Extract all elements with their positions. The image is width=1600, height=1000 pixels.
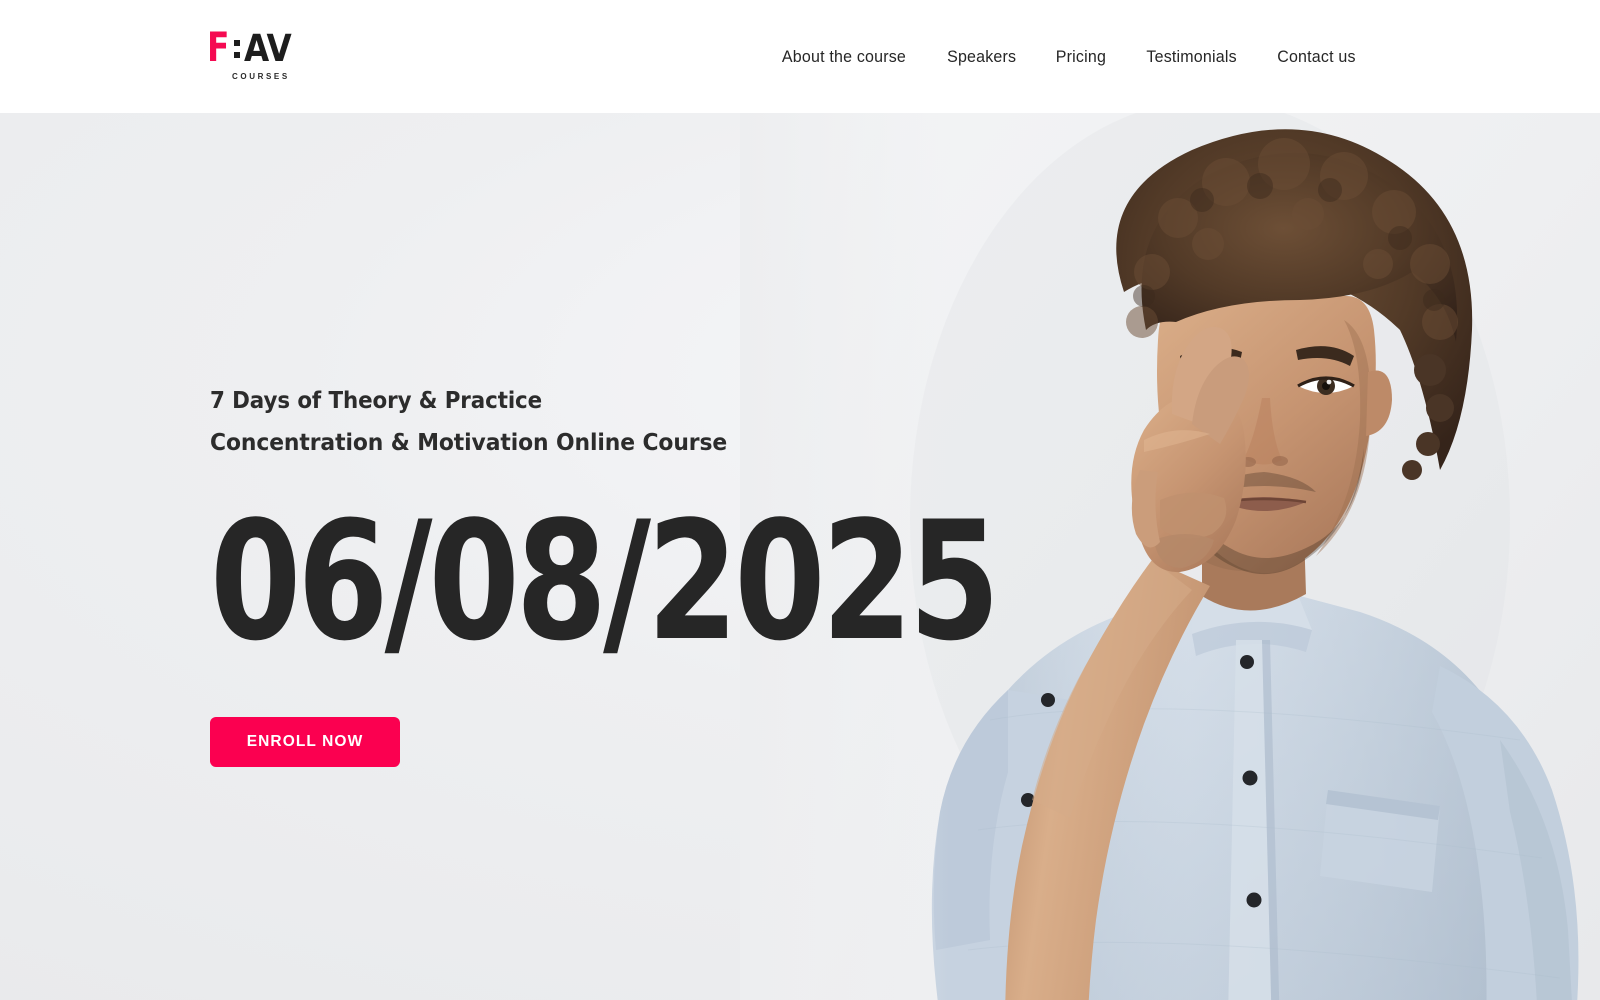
site-header: F AV COURSES About the course Speakers P…: [0, 0, 1600, 113]
hero-eyebrow-line-1: 7 Days of Theory & Practice: [210, 388, 543, 414]
landing-page: F AV COURSES About the course Speakers P…: [0, 0, 1600, 1000]
brand-letters-av: AV: [244, 27, 292, 70]
brand-wordmark: F AV: [207, 25, 337, 71]
brand-tagline: COURSES: [232, 72, 290, 81]
brand-letter-f: F: [207, 25, 229, 71]
hero-date: 06/08/2025: [210, 486, 1000, 677]
nav-item-contact-us[interactable]: Contact us: [1277, 44, 1355, 71]
colon-dot-top: [234, 39, 241, 46]
hero-section: 7 Days of Theory & Practice Concentratio…: [0, 113, 1600, 1000]
hero-eyebrow-line-2: Concentration & Motivation Online Course: [210, 428, 728, 456]
brand-logo[interactable]: F AV COURSES: [207, 25, 337, 82]
nav-item-pricing[interactable]: Pricing: [1056, 44, 1106, 71]
main-navigation: About the course Speakers Pricing Testim…: [780, 44, 1357, 71]
hero-copy: 7 Days of Theory & Practice Concentratio…: [210, 381, 1210, 767]
colon-separator-icon: [234, 33, 241, 64]
nav-item-testimonials[interactable]: Testimonials: [1146, 44, 1236, 71]
enroll-now-button[interactable]: ENROLL NOW: [210, 717, 400, 767]
nav-item-speakers[interactable]: Speakers: [947, 44, 1016, 71]
nav-item-about-the-course[interactable]: About the course: [782, 44, 906, 71]
colon-dot-bottom: [234, 51, 241, 58]
